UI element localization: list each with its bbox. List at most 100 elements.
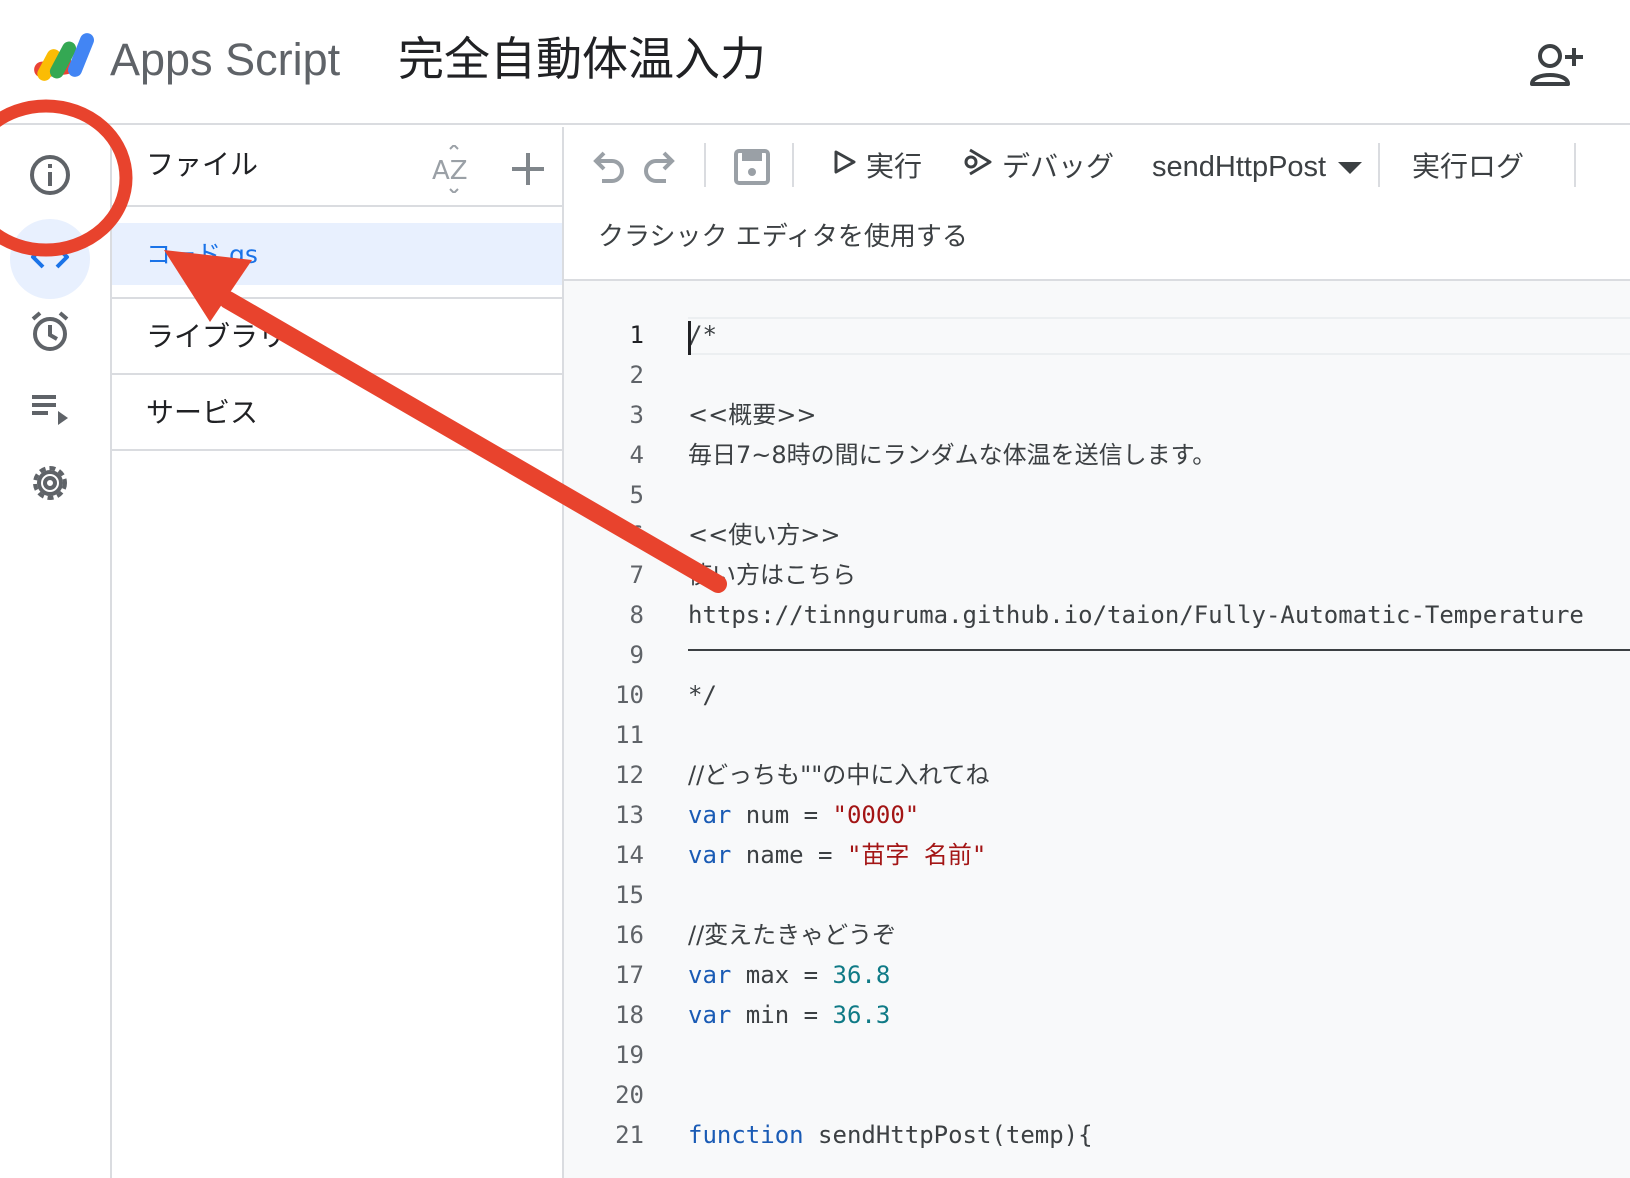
execution-log-button[interactable]: 実行ログ [1412,139,1524,191]
playlist-play-icon [28,387,72,435]
triggers-button[interactable] [10,293,90,373]
undo-icon[interactable] [584,143,632,191]
code-token: <<概要>> [688,401,817,429]
code-token: var [688,801,732,829]
run-button[interactable]: 実行 [830,139,922,191]
line-number: 4 [629,441,644,469]
line-number: 18 [615,1001,644,1029]
code-line[interactable]: https://tinnguruma.github.io/taion/Fully… [688,595,1630,635]
line-number: 11 [615,721,644,749]
code-line[interactable] [688,1035,1630,1075]
libraries-label: ライブラリ [146,320,287,353]
apps-script-logo-icon [30,30,102,86]
dropdown-arrow-icon [1338,151,1363,184]
code-token: */ [688,681,717,709]
use-classic-editor-link[interactable]: クラシック エディタを使用する [598,217,968,257]
line-number: 1 [629,321,644,349]
code-line[interactable]: */ [688,675,1630,715]
code-token: <<使い方>> [688,521,841,549]
add-file-icon[interactable] [504,145,552,193]
code-line[interactable] [688,355,1630,395]
files-header: ファイル AZ [112,127,562,207]
line-number: 17 [615,961,644,989]
code-icon [28,235,72,283]
file-item-code-gs[interactable]: コード.gs [112,223,562,285]
execution-log-label: 実行ログ [1412,150,1525,183]
toolbar-divider [1574,143,1576,187]
line-number: 10 [615,681,644,709]
code-line[interactable]: <<概要>> [688,395,1630,435]
code-line[interactable]: function sendHttpPost(temp){ [688,1115,1630,1155]
line-number: 5 [629,481,644,509]
code-token: sendHttpPost(temp){ [803,1121,1093,1149]
code-line[interactable]: var max = 36.8 [688,955,1630,995]
code-line[interactable]: 毎日7~8時の間にランダムな体温を送信します。 [688,435,1630,475]
code-line[interactable] [688,875,1630,915]
sort-az-icon[interactable]: AZ [430,143,478,195]
code-editor[interactable]: 1 2 3 4 5 6 7 8 9 10 11 12 13 14 15 16 17 18 19 20 21 /* <<概要… [564,281,1630,1178]
debug-button[interactable]: デバッグ [962,139,1114,191]
line-number: 9 [629,641,644,669]
line-number: 19 [615,1041,644,1069]
code-line[interactable]: //どっちも""の中に入れてね [688,755,1630,795]
project-title[interactable]: 完全自動体温入力 [398,26,766,92]
code-token: var [688,1001,732,1029]
line-number: 20 [615,1081,644,1109]
function-select-value: sendHttpPost [1152,150,1327,183]
files-title: ファイル [146,148,259,181]
line-number: 6 [629,521,644,549]
run-label: 実行 [866,150,923,183]
code-line[interactable]: var min = 36.3 [688,995,1630,1035]
save-icon[interactable] [728,143,776,191]
code-token: num = [731,801,833,829]
code-token: 毎日7~8時の間にランダムな体温を送信します。 [688,441,1217,469]
settings-button[interactable] [10,445,90,525]
link-underline [688,649,1630,651]
code-token: name = [731,841,847,869]
files-panel: ファイル AZ コード.gs ライブラリ サービス [112,127,564,1178]
code-token: var [688,841,732,869]
code-token: //どっちも""の中に入れてね [688,761,990,789]
gear-icon [28,461,72,509]
function-select[interactable]: sendHttpPost [1152,141,1363,193]
code-line[interactable] [688,475,1630,515]
line-number: 12 [615,761,644,789]
code-line[interactable]: /* [688,315,1630,355]
toolbar-divider [704,143,706,187]
code-token: var [688,961,732,989]
code-content[interactable]: /* <<概要>> 毎日7~8時の間にランダムな体温を送信します。 <<使い方>> 使い… [688,315,1630,1155]
code-token: function [688,1121,804,1149]
code-line[interactable]: var num = "0000" [688,795,1630,835]
services-section[interactable]: サービス [112,373,562,451]
brand-name: Apps Script [110,34,341,85]
left-nav-rail [0,127,112,1178]
line-number: 2 [629,361,644,389]
code-token: //変えたきゃどうぞ [688,921,897,949]
code-line[interactable]: var name = "苗字 名前" [688,835,1630,875]
code-token: https://tinnguruma.github.io/taion/Fully… [688,601,1584,629]
redo-icon[interactable] [636,143,684,191]
code-line[interactable] [688,635,1630,675]
editor-button[interactable] [10,219,90,299]
add-person-icon[interactable] [1530,40,1584,90]
info-icon [28,153,72,201]
code-token: "0000" [832,801,920,829]
services-label: サービス [146,396,259,429]
overview-button[interactable] [10,137,90,217]
line-number: 14 [615,841,644,869]
libraries-section[interactable]: ライブラリ [112,297,562,375]
code-line[interactable] [688,715,1630,755]
executions-button[interactable] [10,371,90,451]
code-line[interactable]: 使い方はこちら [688,555,1630,595]
line-number: 16 [615,921,644,949]
code-line[interactable] [688,1075,1630,1115]
code-token: /* [688,321,717,349]
sort-label: AZ [432,156,468,186]
line-number-gutter: 1 2 3 4 5 6 7 8 9 10 11 12 13 14 15 16 17 18 19 20 21 [564,315,644,1155]
line-number: 13 [615,801,644,829]
code-line[interactable]: <<使い方>> [688,515,1630,555]
code-token: "苗字 名前" [846,841,987,869]
line-number: 21 [615,1121,644,1149]
editor-toolbar: 実行 デバッグ sendHttpPost 実行ログ クラシック エディタを使用す… [564,127,1630,281]
code-line[interactable]: //変えたきゃどうぞ [688,915,1630,955]
